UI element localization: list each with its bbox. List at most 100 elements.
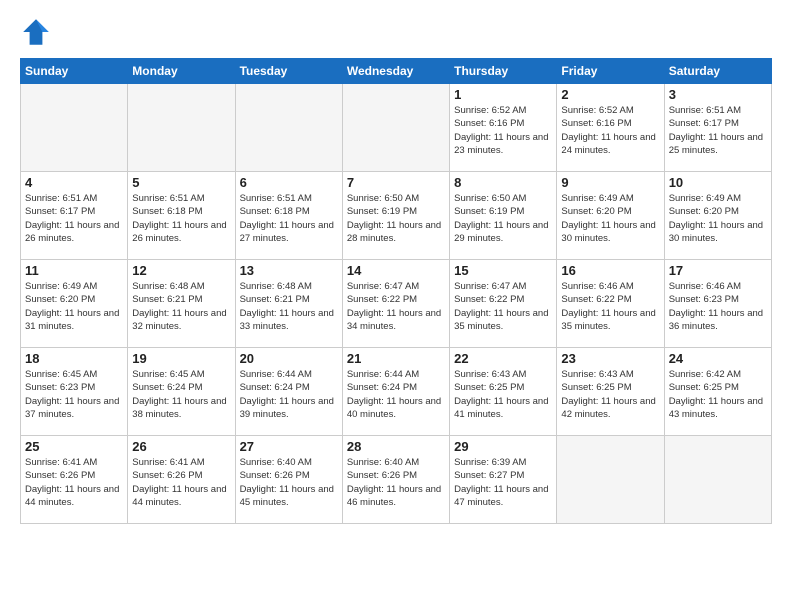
cell-info: Sunrise: 6:51 AMSunset: 6:18 PMDaylight:… bbox=[240, 192, 338, 245]
cell-info: Sunrise: 6:46 AMSunset: 6:23 PMDaylight:… bbox=[669, 280, 767, 333]
calendar-cell: 28 Sunrise: 6:40 AMSunset: 6:26 PMDayligh… bbox=[342, 436, 449, 524]
weekday-header: Saturday bbox=[664, 59, 771, 84]
calendar-cell: 27 Sunrise: 6:40 AMSunset: 6:26 PMDayligh… bbox=[235, 436, 342, 524]
day-number: 19 bbox=[132, 351, 230, 366]
day-number: 28 bbox=[347, 439, 445, 454]
cell-info: Sunrise: 6:43 AMSunset: 6:25 PMDaylight:… bbox=[454, 368, 552, 421]
calendar-cell: 11 Sunrise: 6:49 AMSunset: 6:20 PMDayligh… bbox=[21, 260, 128, 348]
cell-info: Sunrise: 6:41 AMSunset: 6:26 PMDaylight:… bbox=[132, 456, 230, 509]
cell-info: Sunrise: 6:41 AMSunset: 6:26 PMDaylight:… bbox=[25, 456, 123, 509]
day-number: 2 bbox=[561, 87, 659, 102]
day-number: 3 bbox=[669, 87, 767, 102]
cell-info: Sunrise: 6:46 AMSunset: 6:22 PMDaylight:… bbox=[561, 280, 659, 333]
calendar-week-row: 4 Sunrise: 6:51 AMSunset: 6:17 PMDaylight… bbox=[21, 172, 772, 260]
cell-info: Sunrise: 6:47 AMSunset: 6:22 PMDaylight:… bbox=[454, 280, 552, 333]
calendar-cell bbox=[128, 84, 235, 172]
calendar-cell: 21Sunrise: 6:44 AMSunset: 6:24 PMDayligh… bbox=[342, 348, 449, 436]
logo-icon bbox=[20, 16, 52, 48]
calendar-cell: 4 Sunrise: 6:51 AMSunset: 6:17 PMDaylight… bbox=[21, 172, 128, 260]
weekday-header: Monday bbox=[128, 59, 235, 84]
day-number: 8 bbox=[454, 175, 552, 190]
calendar-cell: 6Sunrise: 6:51 AMSunset: 6:18 PMDaylight… bbox=[235, 172, 342, 260]
day-number: 27 bbox=[240, 439, 338, 454]
weekday-header: Friday bbox=[557, 59, 664, 84]
cell-info: Sunrise: 6:52 AMSunset: 6:16 PMDaylight:… bbox=[454, 104, 552, 157]
cell-info: Sunrise: 6:49 AMSunset: 6:20 PMDaylight:… bbox=[561, 192, 659, 245]
day-number: 7 bbox=[347, 175, 445, 190]
day-number: 10 bbox=[669, 175, 767, 190]
logo bbox=[20, 16, 58, 48]
day-number: 18 bbox=[25, 351, 123, 366]
cell-info: Sunrise: 6:43 AMSunset: 6:25 PMDaylight:… bbox=[561, 368, 659, 421]
cell-info: Sunrise: 6:52 AMSunset: 6:16 PMDaylight:… bbox=[561, 104, 659, 157]
calendar-cell: 12 Sunrise: 6:48 AMSunset: 6:21 PMDayligh… bbox=[128, 260, 235, 348]
cell-info: Sunrise: 6:47 AMSunset: 6:22 PMDaylight:… bbox=[347, 280, 445, 333]
calendar-cell bbox=[235, 84, 342, 172]
day-number: 5 bbox=[132, 175, 230, 190]
calendar-cell: 7 Sunrise: 6:50 AMSunset: 6:19 PMDaylight… bbox=[342, 172, 449, 260]
calendar-cell: 18 Sunrise: 6:45 AMSunset: 6:23 PMDayligh… bbox=[21, 348, 128, 436]
day-number: 22 bbox=[454, 351, 552, 366]
day-number: 20 bbox=[240, 351, 338, 366]
cell-info: Sunrise: 6:48 AMSunset: 6:21 PMDaylight:… bbox=[240, 280, 338, 333]
cell-info: Sunrise: 6:44 AMSunset: 6:24 PMDaylight:… bbox=[347, 368, 445, 421]
cell-info: Sunrise: 6:40 AMSunset: 6:26 PMDaylight:… bbox=[240, 456, 338, 509]
calendar-cell: 10 Sunrise: 6:49 AMSunset: 6:20 PMDayligh… bbox=[664, 172, 771, 260]
cell-info: Sunrise: 6:39 AMSunset: 6:27 PMDaylight:… bbox=[454, 456, 552, 509]
calendar-cell: 23 Sunrise: 6:43 AMSunset: 6:25 PMDayligh… bbox=[557, 348, 664, 436]
cell-info: Sunrise: 6:50 AMSunset: 6:19 PMDaylight:… bbox=[454, 192, 552, 245]
calendar-week-row: 11 Sunrise: 6:49 AMSunset: 6:20 PMDayligh… bbox=[21, 260, 772, 348]
cell-info: Sunrise: 6:48 AMSunset: 6:21 PMDaylight:… bbox=[132, 280, 230, 333]
calendar-cell: 3Sunrise: 6:51 AMSunset: 6:17 PMDaylight… bbox=[664, 84, 771, 172]
calendar-header-row: SundayMondayTuesdayWednesdayThursdayFrid… bbox=[21, 59, 772, 84]
calendar-cell: 9 Sunrise: 6:49 AMSunset: 6:20 PMDaylight… bbox=[557, 172, 664, 260]
day-number: 4 bbox=[25, 175, 123, 190]
day-number: 25 bbox=[25, 439, 123, 454]
calendar-cell bbox=[21, 84, 128, 172]
day-number: 29 bbox=[454, 439, 552, 454]
day-number: 16 bbox=[561, 263, 659, 278]
day-number: 23 bbox=[561, 351, 659, 366]
calendar-cell: 29 Sunrise: 6:39 AMSunset: 6:27 PMDayligh… bbox=[450, 436, 557, 524]
weekday-header: Tuesday bbox=[235, 59, 342, 84]
calendar-cell: 20 Sunrise: 6:44 AMSunset: 6:24 PMDayligh… bbox=[235, 348, 342, 436]
day-number: 1 bbox=[454, 87, 552, 102]
page: SundayMondayTuesdayWednesdayThursdayFrid… bbox=[0, 0, 792, 612]
calendar-week-row: 18 Sunrise: 6:45 AMSunset: 6:23 PMDayligh… bbox=[21, 348, 772, 436]
calendar-cell: 17 Sunrise: 6:46 AMSunset: 6:23 PMDayligh… bbox=[664, 260, 771, 348]
calendar-cell bbox=[342, 84, 449, 172]
cell-info: Sunrise: 6:49 AMSunset: 6:20 PMDaylight:… bbox=[669, 192, 767, 245]
weekday-header: Thursday bbox=[450, 59, 557, 84]
cell-info: Sunrise: 6:51 AMSunset: 6:17 PMDaylight:… bbox=[25, 192, 123, 245]
cell-info: Sunrise: 6:51 AMSunset: 6:18 PMDaylight:… bbox=[132, 192, 230, 245]
day-number: 15 bbox=[454, 263, 552, 278]
calendar-cell: 19 Sunrise: 6:45 AMSunset: 6:24 PMDayligh… bbox=[128, 348, 235, 436]
day-number: 24 bbox=[669, 351, 767, 366]
day-number: 13 bbox=[240, 263, 338, 278]
cell-info: Sunrise: 6:40 AMSunset: 6:26 PMDaylight:… bbox=[347, 456, 445, 509]
calendar-cell: 22 Sunrise: 6:43 AMSunset: 6:25 PMDayligh… bbox=[450, 348, 557, 436]
calendar-cell: 2 Sunrise: 6:52 AMSunset: 6:16 PMDaylight… bbox=[557, 84, 664, 172]
day-number: 9 bbox=[561, 175, 659, 190]
calendar-cell: 5 Sunrise: 6:51 AMSunset: 6:18 PMDaylight… bbox=[128, 172, 235, 260]
cell-info: Sunrise: 6:42 AMSunset: 6:25 PMDaylight:… bbox=[669, 368, 767, 421]
day-number: 26 bbox=[132, 439, 230, 454]
weekday-header: Sunday bbox=[21, 59, 128, 84]
calendar-cell: 25 Sunrise: 6:41 AMSunset: 6:26 PMDayligh… bbox=[21, 436, 128, 524]
calendar-cell: 26 Sunrise: 6:41 AMSunset: 6:26 PMDayligh… bbox=[128, 436, 235, 524]
day-number: 12 bbox=[132, 263, 230, 278]
calendar: SundayMondayTuesdayWednesdayThursdayFrid… bbox=[20, 58, 772, 524]
calendar-cell: 1 Sunrise: 6:52 AMSunset: 6:16 PMDaylight… bbox=[450, 84, 557, 172]
day-number: 17 bbox=[669, 263, 767, 278]
day-number: 14 bbox=[347, 263, 445, 278]
calendar-cell bbox=[664, 436, 771, 524]
calendar-cell: 15 Sunrise: 6:47 AMSunset: 6:22 PMDayligh… bbox=[450, 260, 557, 348]
cell-info: Sunrise: 6:45 AMSunset: 6:23 PMDaylight:… bbox=[25, 368, 123, 421]
cell-info: Sunrise: 6:44 AMSunset: 6:24 PMDaylight:… bbox=[240, 368, 338, 421]
day-number: 11 bbox=[25, 263, 123, 278]
cell-info: Sunrise: 6:50 AMSunset: 6:19 PMDaylight:… bbox=[347, 192, 445, 245]
cell-info: Sunrise: 6:45 AMSunset: 6:24 PMDaylight:… bbox=[132, 368, 230, 421]
header bbox=[20, 16, 772, 48]
calendar-cell: 8 Sunrise: 6:50 AMSunset: 6:19 PMDaylight… bbox=[450, 172, 557, 260]
cell-info: Sunrise: 6:49 AMSunset: 6:20 PMDaylight:… bbox=[25, 280, 123, 333]
